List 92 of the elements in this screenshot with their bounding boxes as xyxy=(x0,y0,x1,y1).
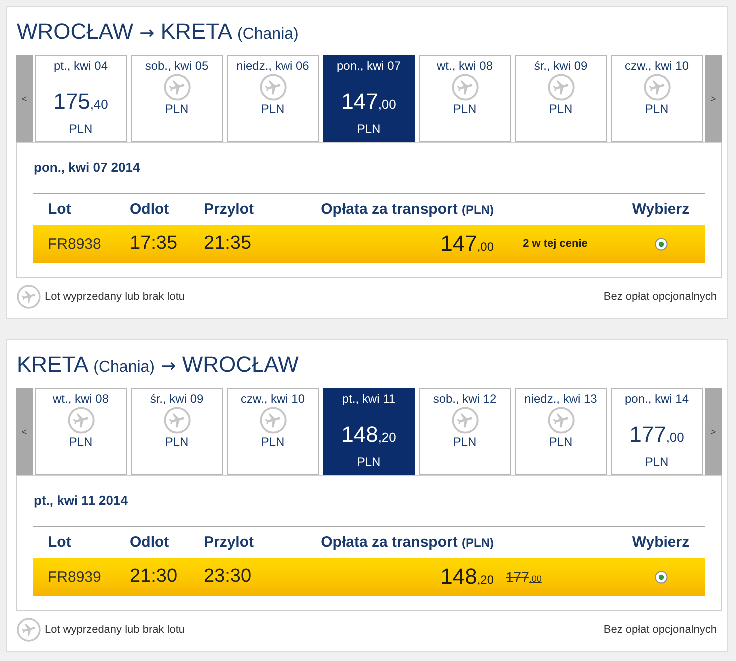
day-tile[interactable]: czw., kwi 10 PLN xyxy=(227,388,319,475)
column-header: Przylot xyxy=(204,534,254,551)
day-tile[interactable]: niedz., kwi 06 PLN xyxy=(227,55,319,142)
column-header: Odlot xyxy=(130,201,170,218)
no-flight-plane-icon xyxy=(68,407,94,434)
day-label: niedz., kwi 13 xyxy=(524,391,598,407)
no-flight-plane-icon xyxy=(644,74,670,101)
radio-button[interactable] xyxy=(654,238,668,250)
day-label: wt., kwi 08 xyxy=(436,58,493,74)
date-heading: pon., kwi 07 2014 xyxy=(34,160,142,176)
fare-note: 2 w tej cenie xyxy=(523,238,588,250)
no-flight-plane-icon xyxy=(548,74,574,101)
fare-price: 147,00 xyxy=(440,231,494,257)
day-label: śr., kwi 09 xyxy=(150,391,204,407)
day-tile[interactable]: wt., kwi 08 PLN xyxy=(419,55,511,142)
column-header: Lot xyxy=(48,201,72,218)
no-flight-plane-icon xyxy=(260,74,286,101)
day-tile[interactable]: sob., kwi 05 PLN xyxy=(131,55,223,142)
fare-price: 147,00 xyxy=(342,88,396,116)
flight-number: FR8938 xyxy=(48,236,102,252)
no-flight-plane-icon xyxy=(164,74,190,101)
day-label: pt., kwi 11 xyxy=(342,391,396,407)
legend-text: Lot wyprzedany lub brak lotu xyxy=(45,624,186,636)
no-flight-plane-icon xyxy=(17,618,41,642)
column-header: Wybierz xyxy=(632,201,690,218)
next-button[interactable]: > xyxy=(705,55,722,142)
currency-label: PLN xyxy=(549,434,573,450)
legend-text: Lot wyprzedany lub brak lotu xyxy=(45,290,186,302)
currency-label: PLN xyxy=(453,434,477,450)
day-tile[interactable]: śr., kwi 09 PLN xyxy=(515,55,607,142)
currency-label: PLN xyxy=(549,101,573,117)
column-header: Wybierz xyxy=(632,534,690,551)
currency-label: PLN xyxy=(165,101,189,117)
day-tile[interactable]: czw., kwi 10 PLN xyxy=(611,55,703,142)
column-header: Opłata za transport (PLN) xyxy=(321,201,494,218)
departure-time: 17:35 xyxy=(130,233,178,255)
prev-button[interactable]: < xyxy=(16,388,33,475)
currency-label: PLN xyxy=(645,454,669,470)
route-title: KRETA (Chania) → WROCŁAW xyxy=(17,351,300,379)
day-tile[interactable]: pt., kwi 11 148,20 PLN xyxy=(323,388,415,475)
fare-price: 148,20 xyxy=(440,564,494,590)
departure-time: 21:30 xyxy=(130,566,178,588)
currency-label: PLN xyxy=(165,434,189,450)
next-button[interactable]: > xyxy=(705,388,722,475)
old-fare-price: 177,00 xyxy=(506,569,542,585)
flight-number: FR8939 xyxy=(48,568,102,586)
day-label: pon., kwi 07 xyxy=(336,58,402,74)
day-label: śr., kwi 09 xyxy=(534,58,588,74)
column-header: Lot xyxy=(48,534,72,551)
day-label: czw., kwi 10 xyxy=(624,58,690,74)
day-tile[interactable]: wt., kwi 08 PLN xyxy=(35,388,127,475)
currency-label: PLN xyxy=(69,121,93,137)
column-header: Odlot xyxy=(130,534,170,551)
currency-label: PLN xyxy=(357,454,381,470)
day-label: sob., kwi 05 xyxy=(145,58,209,74)
no-flight-plane-icon xyxy=(164,407,190,434)
date-heading: pt., kwi 11 2014 xyxy=(34,493,129,509)
currency-label: PLN xyxy=(645,101,669,117)
day-label: sob., kwi 12 xyxy=(433,391,497,407)
no-flight-plane-icon xyxy=(548,407,574,434)
route-title: WROCŁAW → KRETA (Chania) xyxy=(17,18,300,46)
day-tile[interactable]: sob., kwi 12 PLN xyxy=(419,388,511,475)
day-label: pon., kwi 14 xyxy=(624,391,690,407)
day-tile[interactable]: pon., kwi 07 147,00 PLN xyxy=(323,55,415,142)
currency-label: PLN xyxy=(357,121,381,137)
day-tile[interactable]: śr., kwi 09 PLN xyxy=(131,388,223,475)
fees-note: Bez opłat opcjonalnych xyxy=(604,290,717,302)
day-tile[interactable]: pon., kwi 14 177,00 PLN xyxy=(611,388,703,475)
no-flight-plane-icon xyxy=(452,74,478,101)
column-header: Przylot xyxy=(204,201,254,218)
day-label: wt., kwi 08 xyxy=(52,391,109,407)
fees-note: Bez opłat opcjonalnych xyxy=(604,624,717,636)
radio-button[interactable] xyxy=(654,570,668,584)
day-tile[interactable]: niedz., kwi 13 PLN xyxy=(515,388,607,475)
day-label: czw., kwi 10 xyxy=(240,391,306,407)
fare-price: 177,00 xyxy=(630,421,684,449)
fare-price: 175,40 xyxy=(54,88,108,116)
currency-label: PLN xyxy=(69,434,93,450)
prev-button[interactable]: < xyxy=(16,55,33,142)
day-tile[interactable]: pt., kwi 04 175,40 PLN xyxy=(35,55,127,142)
day-label: niedz., kwi 06 xyxy=(236,58,310,74)
arrival-time: 21:35 xyxy=(204,233,252,255)
fare-price: 148,20 xyxy=(342,421,396,449)
currency-label: PLN xyxy=(453,101,477,117)
column-header: Opłata za transport (PLN) xyxy=(321,534,494,551)
no-flight-plane-icon xyxy=(260,407,286,434)
no-flight-plane-icon xyxy=(17,284,41,308)
currency-label: PLN xyxy=(261,101,285,117)
arrival-time: 23:30 xyxy=(204,566,252,588)
day-label: pt., kwi 04 xyxy=(54,58,108,74)
currency-label: PLN xyxy=(261,434,285,450)
no-flight-plane-icon xyxy=(452,407,478,434)
